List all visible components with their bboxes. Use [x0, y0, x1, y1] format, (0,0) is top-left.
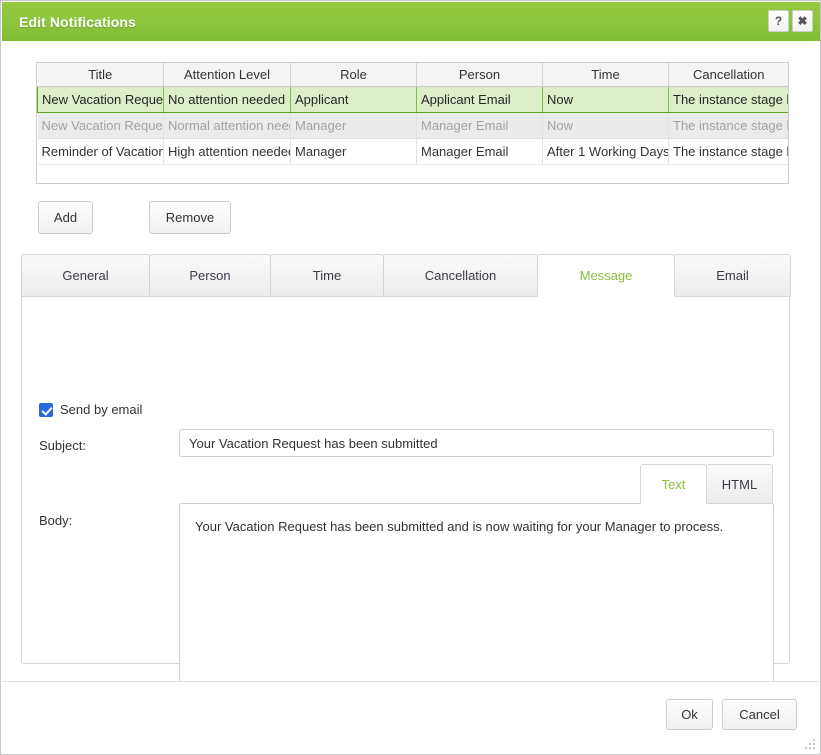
cancel-button[interactable]: Cancel	[722, 699, 797, 730]
dialog-title: Edit Notifications	[19, 13, 136, 30]
cell-time[interactable]: Now	[542, 85, 669, 113]
subject-label: Subject:	[39, 438, 86, 453]
dialog-footer: Ok Cancel	[2, 681, 819, 753]
tab-person[interactable]: Person	[149, 254, 271, 297]
footer-buttons: Ok Cancel	[666, 699, 797, 730]
column-header-person[interactable]: Person	[416, 63, 543, 87]
cell-person[interactable]: Manager Email	[416, 138, 543, 165]
grid-empty-cell	[163, 164, 291, 183]
tabstrip: General Person Time Cancellation Message…	[21, 254, 791, 297]
tab-cancellation[interactable]: Cancellation	[383, 254, 538, 297]
message-tab-content: Send by email Subject: Text HTML Body: Y…	[21, 296, 790, 732]
cell-title[interactable]: New Vacation Request	[37, 112, 164, 139]
subject-input[interactable]	[179, 429, 774, 457]
send-by-email-checkbox[interactable]	[39, 402, 53, 417]
dialog-body: Title Attention Level Role Person Time C…	[2, 41, 820, 732]
tab-time[interactable]: Time	[270, 254, 384, 297]
remove-button[interactable]: Remove	[149, 201, 231, 234]
cell-person[interactable]: Applicant Email	[416, 85, 543, 113]
cell-person[interactable]: Manager Email	[416, 112, 543, 139]
tab-text[interactable]: Text	[640, 464, 707, 504]
help-icon[interactable]: ?	[768, 10, 789, 32]
grid-header-row: Title Attention Level Role Person Time C…	[37, 63, 788, 87]
grid-empty-row	[37, 164, 788, 183]
body-textarea[interactable]: Your Vacation Request has been submitted…	[179, 503, 774, 692]
send-by-email-row[interactable]: Send by email	[39, 402, 142, 417]
column-header-role[interactable]: Role	[290, 63, 417, 87]
tab-html[interactable]: HTML	[706, 464, 773, 504]
grid-empty-cell	[37, 164, 164, 183]
table-row[interactable]: Reminder of Vacation Request High attent…	[37, 138, 788, 165]
tab-general[interactable]: General	[21, 254, 150, 297]
table-row[interactable]: New Vacation Request No attention needed…	[37, 85, 788, 113]
grid-empty-cell	[542, 164, 669, 183]
column-header-title[interactable]: Title	[37, 63, 164, 87]
tab-email[interactable]: Email	[674, 254, 791, 297]
cell-cancellation[interactable]: The instance stage has	[668, 138, 788, 165]
body-label: Body:	[39, 513, 73, 528]
cell-title[interactable]: New Vacation Request	[37, 85, 164, 113]
cell-attention-level[interactable]: High attention needed	[163, 138, 291, 165]
edit-notifications-dialog: Edit Notifications ? ✖ Title Attention L…	[0, 0, 821, 755]
grid-action-buttons: Add Remove	[38, 201, 231, 234]
cell-time[interactable]: Now	[542, 112, 669, 139]
resize-grip-icon[interactable]	[804, 738, 816, 750]
cell-cancellation[interactable]: The instance stage has	[668, 112, 788, 139]
grid-empty-cell	[668, 164, 788, 183]
notifications-grid[interactable]: Title Attention Level Role Person Time C…	[36, 62, 789, 184]
cell-title[interactable]: Reminder of Vacation Request	[37, 138, 164, 165]
dialog-title-bar: Edit Notifications ? ✖	[2, 2, 820, 41]
title-bar-buttons: ? ✖	[768, 10, 813, 32]
cell-role[interactable]: Manager	[290, 112, 417, 139]
column-header-cancellation[interactable]: Cancellation	[668, 63, 788, 87]
cell-role[interactable]: Applicant	[290, 85, 417, 113]
cell-attention-level[interactable]: Normal attention needed	[163, 112, 291, 139]
notification-detail-tabs: General Person Time Cancellation Message…	[21, 254, 791, 732]
column-header-attention-level[interactable]: Attention Level	[163, 63, 291, 87]
column-header-time[interactable]: Time	[542, 63, 669, 87]
add-button[interactable]: Add	[38, 201, 93, 234]
cell-time[interactable]: After 1 Working Days	[542, 138, 669, 165]
grid-empty-cell	[416, 164, 543, 183]
grid-empty-cell	[290, 164, 417, 183]
cell-attention-level[interactable]: No attention needed	[163, 85, 291, 113]
ok-button[interactable]: Ok	[666, 699, 713, 730]
cell-cancellation[interactable]: The instance stage has	[668, 85, 788, 113]
tab-message[interactable]: Message	[537, 254, 675, 297]
editor-format-tabs: Text HTML	[640, 464, 773, 504]
close-icon[interactable]: ✖	[792, 10, 813, 32]
cell-role[interactable]: Manager	[290, 138, 417, 165]
table-row[interactable]: New Vacation Request Normal attention ne…	[37, 112, 788, 139]
send-by-email-label: Send by email	[60, 402, 143, 417]
